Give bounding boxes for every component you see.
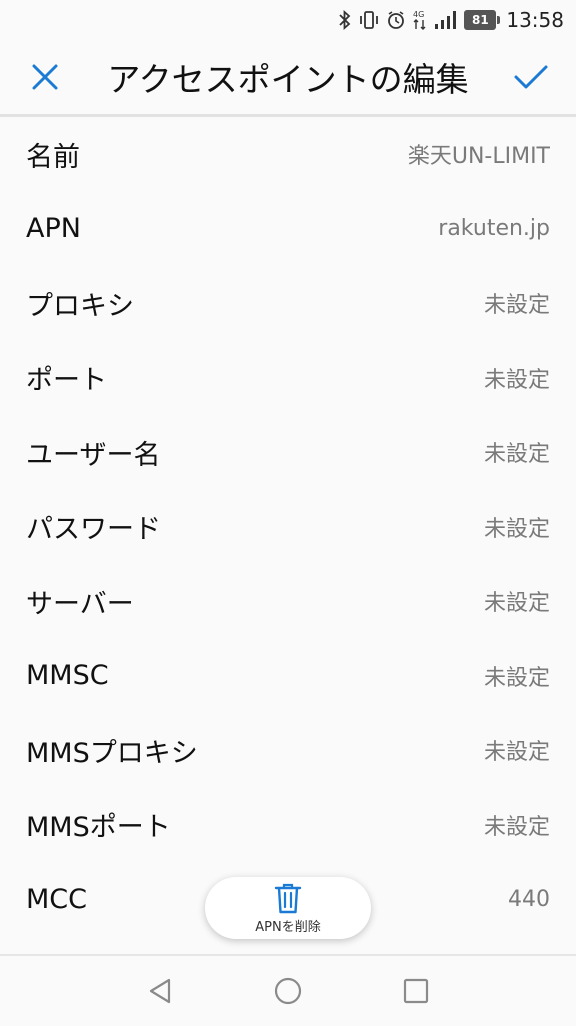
field-value: 楽天UN-LIMIT — [407, 144, 550, 170]
field-row-server[interactable]: サーバー 未設定 — [0, 564, 576, 639]
field-value: 未設定 — [483, 665, 550, 691]
field-value: 未設定 — [483, 367, 550, 393]
field-value: 440 — [508, 886, 550, 912]
field-label: ポート — [26, 365, 107, 397]
close-icon — [32, 64, 58, 90]
delete-apn-label: APNを削除 — [255, 919, 321, 935]
field-label: APN — [26, 213, 81, 245]
trash-icon — [274, 883, 302, 913]
app-bar: アクセスポイントの編集 — [0, 40, 576, 117]
apn-settings-list: 名前 楽天UN-LIMIT APN rakuten.jp プロキシ 未設定 ポー… — [0, 117, 576, 937]
field-row-mmsc[interactable]: MMSC 未設定 — [0, 639, 576, 714]
field-label: プロキシ — [26, 290, 134, 322]
battery-indicator: 81 — [464, 10, 501, 30]
field-row-mms-port[interactable]: MMSポート 未設定 — [0, 788, 576, 863]
field-row-password[interactable]: パスワード 未設定 — [0, 490, 576, 565]
check-icon — [514, 65, 548, 89]
field-label: 名前 — [26, 141, 80, 173]
field-row-username[interactable]: ユーザー名 未設定 — [0, 415, 576, 490]
field-value: 未設定 — [483, 293, 550, 319]
field-label: ユーザー名 — [26, 439, 161, 471]
field-value: 未設定 — [483, 442, 550, 468]
field-row-port[interactable]: ポート 未設定 — [0, 341, 576, 416]
field-row-mms-proxy[interactable]: MMSプロキシ 未設定 — [0, 713, 576, 788]
field-value: rakuten.jp — [438, 216, 550, 242]
field-label: MMSプロキシ — [26, 737, 198, 769]
4g-signal-icon: 4G — [412, 9, 428, 31]
field-value: 未設定 — [483, 814, 550, 840]
bluetooth-icon — [338, 10, 352, 30]
field-row-name[interactable]: 名前 楽天UN-LIMIT — [0, 117, 576, 192]
battery-level: 81 — [464, 10, 497, 30]
field-value: 未設定 — [483, 740, 550, 766]
page-title: アクセスポイントの編集 — [107, 60, 469, 99]
system-nav-bar — [0, 954, 576, 1026]
clock: 13:58 — [506, 8, 564, 32]
back-triangle-icon — [149, 978, 171, 1004]
field-label: パスワード — [26, 514, 161, 546]
field-value: 未設定 — [483, 516, 550, 542]
field-value: 未設定 — [483, 591, 550, 617]
alarm-icon — [386, 10, 406, 30]
nav-home-button[interactable] — [224, 956, 352, 1026]
delete-apn-button[interactable]: APNを削除 — [205, 877, 371, 939]
home-circle-icon — [274, 977, 302, 1005]
field-label: サーバー — [26, 588, 134, 620]
nav-recents-button[interactable] — [352, 956, 480, 1026]
field-row-apn[interactable]: APN rakuten.jp — [0, 192, 576, 267]
field-label: MMSC — [26, 660, 109, 692]
signal-bars-icon — [434, 10, 458, 30]
save-button[interactable] — [486, 40, 576, 114]
status-bar: 4G 81 13:58 — [0, 0, 576, 40]
svg-text:4G: 4G — [413, 10, 424, 19]
field-label: MMSポート — [26, 812, 171, 844]
vibrate-icon — [358, 10, 380, 30]
close-button[interactable] — [0, 40, 90, 114]
field-label: MCC — [26, 883, 88, 915]
nav-back-button[interactable] — [96, 956, 224, 1026]
field-row-proxy[interactable]: プロキシ 未設定 — [0, 266, 576, 341]
recents-square-icon — [403, 978, 429, 1004]
